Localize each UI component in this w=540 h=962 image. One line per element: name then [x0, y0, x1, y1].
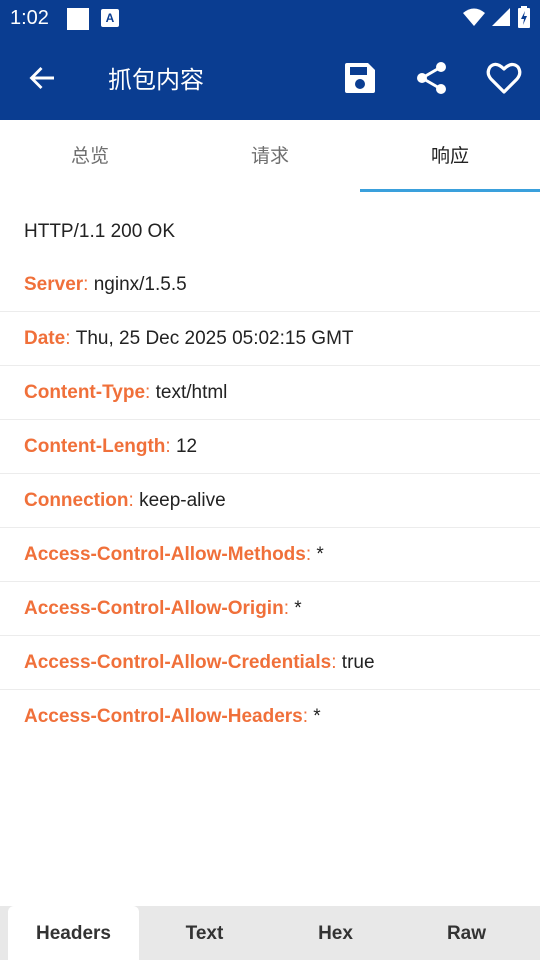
response-headers-list: HTTP/1.1 200 OK Server: nginx/1.5.5 Date… [0, 200, 540, 744]
header-separator: : [83, 273, 89, 295]
share-icon[interactable] [414, 60, 450, 96]
back-arrow-icon[interactable] [26, 62, 58, 94]
header-row: Access-Control-Allow-Origin: * [0, 582, 540, 636]
header-value: * [294, 597, 302, 619]
status-line-text: HTTP/1.1 200 OK [24, 221, 176, 242]
header-value: keep-alive [139, 489, 226, 511]
signal-icon [492, 8, 510, 26]
header-value: true [341, 651, 375, 673]
header-key: Connection [24, 489, 129, 511]
view-mode-bar: Headers Text Hex Raw [0, 906, 540, 960]
heart-icon[interactable] [486, 60, 522, 96]
view-tab-headers[interactable]: Headers [8, 906, 139, 960]
tab-overview[interactable]: 总览 [0, 120, 180, 192]
header-key: Date [24, 327, 66, 349]
header-row: Content-Length: 12 [0, 420, 540, 474]
tab-indicator [360, 189, 540, 192]
header-separator: : [165, 435, 171, 457]
status-line: HTTP/1.1 200 OK [0, 200, 540, 258]
header-key: Content-Length [24, 435, 166, 457]
header-separator: : [65, 327, 71, 349]
notification-icon [67, 8, 89, 30]
header-row: Connection: keep-alive [0, 474, 540, 528]
tab-bar: 总览 请求 响应 [0, 120, 540, 192]
page-title: 抓包内容 [108, 66, 204, 94]
header-key: Access-Control-Allow-Methods [24, 543, 306, 565]
status-bar: 1:02 A [0, 0, 540, 36]
header-row: Access-Control-Allow-Credentials: true [0, 636, 540, 690]
header-row: Access-Control-Allow-Methods: * [0, 528, 540, 582]
header-value: 12 [175, 435, 198, 457]
accessibility-notification-icon: A [101, 9, 119, 27]
header-value: * [316, 543, 324, 565]
header-value: nginx/1.5.5 [93, 273, 187, 295]
view-tab-hex[interactable]: Hex [270, 906, 401, 960]
header-separator: : [331, 651, 337, 673]
header-row: Server: nginx/1.5.5 [0, 258, 540, 312]
header-key: Content-Type [24, 381, 146, 403]
header-value: text/html [155, 381, 228, 403]
header-separator: : [283, 597, 289, 619]
header-key: Access-Control-Allow-Headers [24, 706, 303, 727]
header-separator: : [302, 706, 309, 727]
battery-icon [518, 6, 530, 28]
header-value: * [313, 706, 321, 727]
wifi-icon [463, 8, 485, 26]
view-tab-text[interactable]: Text [139, 906, 270, 960]
status-time: 1:02 [10, 7, 49, 29]
header-key: Server [24, 273, 84, 295]
app-bar: 抓包内容 [0, 36, 540, 120]
header-separator: : [128, 489, 134, 511]
header-row: Access-Control-Allow-Headers: * [0, 690, 540, 744]
header-separator: : [305, 543, 312, 565]
header-value: Thu, 25 Dec 2025 05:02:15 GMT [75, 327, 354, 349]
view-tab-raw[interactable]: Raw [401, 906, 532, 960]
save-icon[interactable] [342, 60, 378, 96]
header-key: Access-Control-Allow-Credentials [24, 651, 332, 673]
tab-response[interactable]: 响应 [360, 120, 540, 192]
header-row: Date: Thu, 25 Dec 2025 05:02:15 GMT [0, 312, 540, 366]
header-key: Access-Control-Allow-Origin [24, 597, 284, 619]
header-separator: : [145, 381, 151, 403]
tab-request[interactable]: 请求 [180, 120, 360, 192]
header-row: Content-Type: text/html [0, 366, 540, 420]
